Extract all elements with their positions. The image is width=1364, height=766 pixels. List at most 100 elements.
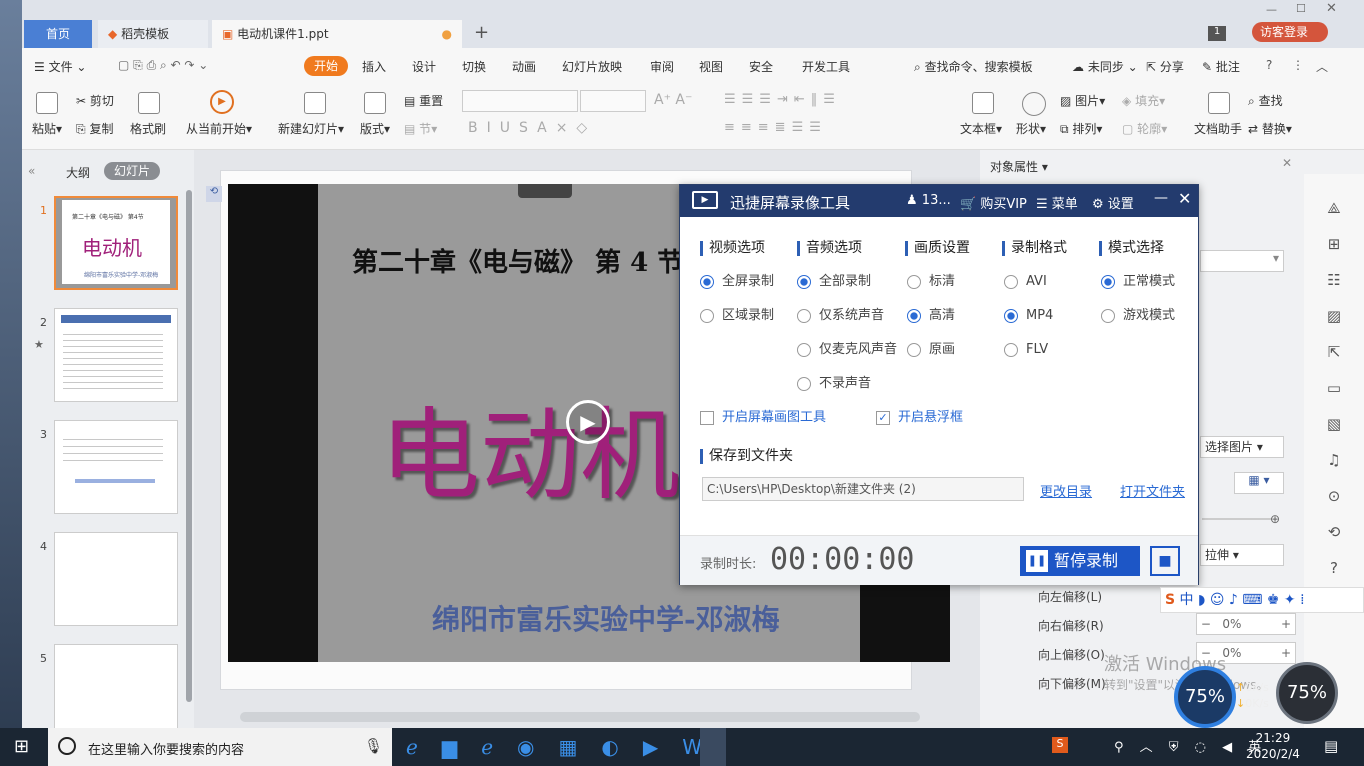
format-painter-button[interactable]: 格式刷 bbox=[130, 120, 166, 137]
radio-audio-none[interactable]: 不录声音 bbox=[797, 376, 871, 392]
tab-start[interactable]: 开始 bbox=[304, 56, 348, 76]
format-painter-icon[interactable] bbox=[138, 92, 160, 114]
textbox-icon[interactable] bbox=[972, 92, 994, 114]
maximize-icon[interactable]: ☐ bbox=[1296, 2, 1306, 15]
tab-view[interactable]: 视图 bbox=[699, 58, 723, 75]
minimize-icon[interactable]: — bbox=[1266, 3, 1277, 16]
tab-design[interactable]: 设计 bbox=[412, 58, 436, 75]
notification-icon[interactable]: ▤ bbox=[1324, 737, 1338, 755]
side-toolbar-icons[interactable]: ⟁ ⊞ ☷ ▨ ⇱ ▭ ▧ ♫ ⊙ ⟲? bbox=[1322, 190, 1346, 586]
play-from-current-button[interactable]: 从当前开始▾ bbox=[186, 120, 252, 137]
taskbar-search-box[interactable]: 在这里输入你要搜索的内容 🎙 bbox=[48, 728, 392, 766]
taskbar-clock[interactable]: 21:29 2020/2/4 bbox=[1246, 730, 1300, 762]
login-button[interactable]: 访客登录 bbox=[1252, 22, 1328, 42]
radio-quality-hd[interactable]: 高清 bbox=[907, 308, 955, 324]
radio-quality-original[interactable]: 原画 bbox=[907, 342, 955, 358]
recorder-settings-button[interactable]: ⚙ 设置 bbox=[1092, 193, 1134, 212]
tab-security[interactable]: 安全 bbox=[749, 58, 773, 75]
transparency-slider[interactable] bbox=[1202, 518, 1272, 520]
tab-outline[interactable]: 大纲 bbox=[66, 164, 90, 181]
picture-button[interactable]: ▨ 图片▾ bbox=[1060, 92, 1105, 109]
right-offset-input[interactable]: − 0% + bbox=[1196, 613, 1296, 635]
slide-thumbnail-2[interactable] bbox=[54, 308, 178, 402]
align-icons[interactable]: ≡≡≡≣☰☰ bbox=[724, 120, 827, 135]
tab-developer[interactable]: 开发工具 bbox=[802, 58, 850, 75]
tray-sogou-icon[interactable]: S bbox=[1052, 737, 1068, 753]
radio-quality-sd[interactable]: 标清 bbox=[907, 274, 955, 290]
font-family-select[interactable] bbox=[462, 90, 578, 112]
slide-thumbnail-1[interactable]: 第二十章《电与磁》 第4节 电动机 绵阳市富乐实验中学-邓淑梅 bbox=[54, 196, 178, 290]
save-path-input[interactable]: C:\Users\HP\Desktop\新建文件夹 (2) bbox=[702, 477, 1024, 501]
sync-button[interactable]: ☁ 未同步 ⌄ bbox=[1072, 58, 1138, 75]
stretch-dropdown[interactable]: 拉伸 ▾ bbox=[1200, 544, 1284, 566]
radio-format-avi[interactable]: AVI bbox=[1004, 274, 1047, 290]
float-window-checkbox[interactable]: 开启悬浮框 bbox=[876, 410, 963, 426]
window-count-badge[interactable]: 1 bbox=[1208, 26, 1226, 41]
paste-button[interactable]: 粘贴▾ bbox=[32, 120, 62, 137]
doc-helper-button[interactable]: 文档助手 bbox=[1194, 120, 1242, 137]
recorder-menu-button[interactable]: ☰ 菜单 bbox=[1036, 193, 1078, 212]
draw-tool-checkbox[interactable]: 开启屏幕画图工具 bbox=[700, 410, 826, 426]
tab-home[interactable]: 首页 bbox=[24, 20, 92, 48]
change-dir-link[interactable]: 更改目录 bbox=[1040, 481, 1092, 500]
recorder-close-icon[interactable]: ✕ bbox=[1178, 189, 1191, 208]
fill-button[interactable]: ◈ 填充▾ bbox=[1122, 92, 1165, 109]
doc-helper-icon[interactable] bbox=[1208, 92, 1230, 114]
fill-type-select[interactable]: ▾ bbox=[1200, 250, 1284, 272]
layout-icon[interactable] bbox=[364, 92, 386, 114]
find-button[interactable]: ⌕ 查找 bbox=[1248, 92, 1283, 109]
tray-icons[interactable]: ⚲ ︿ ⛨ ◌ ◀ 英 bbox=[1114, 736, 1267, 755]
new-slide-icon[interactable] bbox=[304, 92, 326, 114]
file-menu[interactable]: ☰ 文件 ⌄ bbox=[34, 58, 86, 75]
user-account[interactable]: ♟ 13... bbox=[906, 193, 951, 208]
tab-animation[interactable]: 动画 bbox=[512, 58, 536, 75]
video-play-icon[interactable]: ▶ bbox=[566, 400, 610, 444]
boost-gauge-left[interactable]: 75% bbox=[1174, 666, 1236, 728]
tab-document[interactable]: ▣ 电动机课件1.ppt ● bbox=[212, 20, 462, 48]
quick-access-icons[interactable]: ▢ ⎘ ⎙ ⌕ ↶ ↷ ⌄ bbox=[118, 58, 208, 73]
tab-slideshow[interactable]: 幻灯片放映 bbox=[562, 58, 622, 75]
share-button[interactable]: ⇱ 分享 bbox=[1146, 58, 1184, 75]
tab-docer[interactable]: ◆ 稻壳模板 bbox=[98, 20, 208, 48]
radio-audio-mic[interactable]: 仅麦克风声音 bbox=[797, 342, 897, 358]
cut-button[interactable]: ✂ 剪切 bbox=[76, 92, 114, 109]
replace-button[interactable]: ⇄ 替换▾ bbox=[1248, 120, 1292, 137]
buy-vip-button[interactable]: 🛒 购买VIP bbox=[960, 193, 1027, 212]
thumbnail-scrollbar[interactable] bbox=[186, 190, 192, 702]
slide-thumbnail-5[interactable] bbox=[54, 644, 178, 728]
play-icon[interactable]: ▶ bbox=[210, 90, 234, 114]
annotate-button[interactable]: ✎ 批注 bbox=[1202, 58, 1240, 75]
pause-record-button[interactable]: ❚❚ 暂停录制 bbox=[1020, 546, 1140, 576]
windows-start-icon[interactable]: ⊞ bbox=[14, 736, 29, 757]
layout-button[interactable]: 版式▾ bbox=[360, 120, 390, 137]
help-icon[interactable]: ? bbox=[1266, 58, 1272, 72]
outline-button[interactable]: ▢ 轮廓▾ bbox=[1122, 120, 1167, 137]
radio-fullscreen[interactable]: 全屏录制 bbox=[700, 274, 774, 290]
recorder-minimize-icon[interactable]: — bbox=[1154, 190, 1168, 206]
tab-slides[interactable]: 幻灯片 bbox=[104, 162, 160, 180]
collapse-panel-icon[interactable]: « bbox=[28, 164, 35, 178]
open-folder-link[interactable]: 打开文件夹 bbox=[1120, 481, 1185, 500]
plus-icon[interactable]: ⊕ bbox=[1270, 512, 1280, 526]
new-slide-button[interactable]: 新建幻灯片▾ bbox=[278, 120, 344, 137]
close-icon[interactable]: ✕ bbox=[1326, 1, 1337, 16]
slide-thumbnail-4[interactable] bbox=[54, 532, 178, 626]
ime-toolbar[interactable]: S 中 ◗ ☺ ♪ ⌨ ♚ ✦ ⁞ bbox=[1160, 587, 1364, 613]
section-button[interactable]: ▤ 节▾ bbox=[404, 120, 437, 137]
arrange-button[interactable]: ⧉ 排列▾ bbox=[1060, 120, 1102, 137]
paragraph-icons[interactable]: ☰☰☰⇥⇤‖☰ bbox=[724, 92, 841, 107]
radio-audio-all[interactable]: 全部录制 bbox=[797, 274, 871, 290]
radio-format-flv[interactable]: FLV bbox=[1004, 342, 1048, 358]
slide-thumbnail-3[interactable] bbox=[54, 420, 178, 514]
radio-mode-normal[interactable]: 正常模式 bbox=[1101, 274, 1175, 290]
new-tab-icon[interactable]: + bbox=[474, 22, 489, 43]
copy-button[interactable]: ⎘ 复制 bbox=[76, 120, 113, 137]
taskbar-app-icons[interactable]: ℯ▆ℯ◉▦◐▶W bbox=[406, 734, 726, 760]
stop-record-button[interactable]: ■ bbox=[1150, 546, 1180, 576]
reset-button[interactable]: ▤ 重置 bbox=[404, 92, 443, 109]
tab-insert[interactable]: 插入 bbox=[362, 58, 386, 75]
select-picture-dropdown[interactable]: 选择图片 ▾ bbox=[1200, 436, 1284, 458]
font-size-select[interactable] bbox=[580, 90, 646, 112]
radio-audio-system[interactable]: 仅系统声音 bbox=[797, 308, 884, 324]
tab-transition[interactable]: 切换 bbox=[462, 58, 486, 75]
